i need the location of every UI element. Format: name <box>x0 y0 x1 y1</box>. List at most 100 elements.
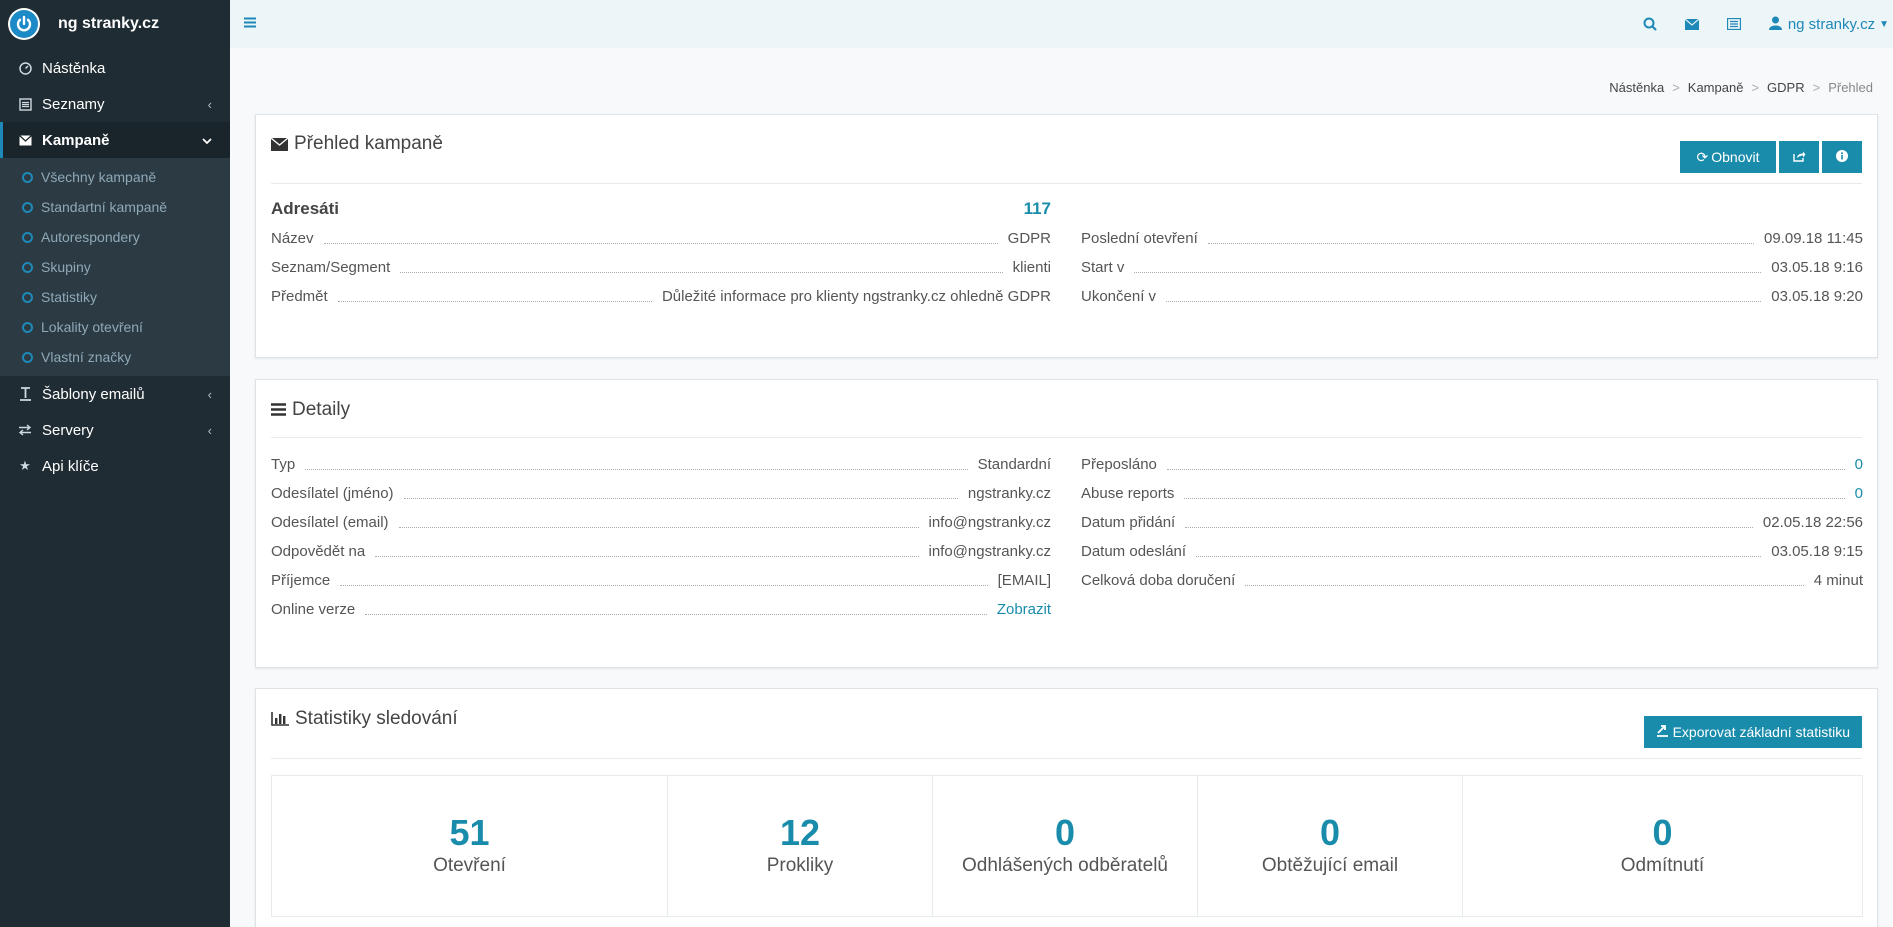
breadcrumb-gdpr[interactable]: GDPR <box>1767 80 1805 95</box>
overview-title: Přehled kampaně <box>271 133 443 155</box>
detail-key: Datum odeslání <box>1081 543 1187 560</box>
stats-title: Statistiky sledování <box>271 708 458 730</box>
detail-value: 4 minut <box>1813 572 1863 589</box>
recipients-row: Adresáti 117 <box>271 194 1051 224</box>
dashboard-icon <box>18 61 32 75</box>
share-button[interactable] <box>1779 141 1819 173</box>
show-online-link[interactable]: Zobrazit <box>997 601 1051 618</box>
sidebar-item-label: Šablony emailů <box>42 385 145 403</box>
user-icon <box>1768 16 1782 33</box>
sidebar-subitem-all-campaigns[interactable]: Všechny kampaně <box>0 162 230 192</box>
sidebar-item-label: Nástěnka <box>42 59 106 77</box>
detail-value: GDPR <box>1007 230 1051 247</box>
stats-title-text: Statistiky sledování <box>295 707 458 729</box>
detail-key: Celková doba doručení <box>1081 572 1236 589</box>
chevron-left-icon: ‹ <box>207 386 212 402</box>
dotted-leader <box>340 585 988 586</box>
sidebar-subitem-groups[interactable]: Skupiny <box>0 252 230 282</box>
detail-value: 02.05.18 22:56 <box>1762 514 1863 531</box>
sidebar-subitem-custom-tags[interactable]: Vlastní značky <box>0 342 230 372</box>
overview-right-column: Poslední otevření 09.09.18 11:45 Start v 0… <box>1081 224 1863 311</box>
sidebar-subitem-autoresponders[interactable]: Autorespondery <box>0 222 230 252</box>
info-icon <box>1836 149 1848 165</box>
info-button[interactable] <box>1822 141 1862 173</box>
detail-value: 03.05.18 9:15 <box>1771 543 1863 560</box>
forwarded-count-link[interactable]: 0 <box>1855 456 1863 473</box>
breadcrumb-separator: > <box>1672 80 1680 95</box>
overview-panel: Přehled kampaně ⟳ Obnovit Adresáti 117 Ná… <box>255 114 1878 358</box>
abuse-count-link[interactable]: 0 <box>1855 485 1863 502</box>
breadcrumb-dashboard[interactable]: Nástěnka <box>1609 80 1664 95</box>
export-stats-button[interactable]: Exporovat základní statistiku <box>1643 715 1862 748</box>
breadcrumb-separator: > <box>1812 80 1821 95</box>
search-icon[interactable] <box>1643 17 1657 31</box>
dotted-leader <box>398 527 919 528</box>
details-panel: Detaily Typ Standardní Odesílatel (jméno)… <box>255 379 1878 668</box>
sidebar-subitem-statistics[interactable]: Statistiky <box>0 282 230 312</box>
user-menu[interactable]: ng stranky.cz ▼ <box>1768 16 1889 33</box>
detail-value: info@ngstranky.cz <box>928 514 1052 531</box>
refresh-icon: ⟳ <box>1696 148 1709 165</box>
detail-row-subject: Předmět Důležité informace pro klienty ng… <box>271 282 1051 311</box>
brand[interactable]: ng stranky.cz <box>0 0 230 48</box>
subitem-label: Skupiny <box>41 259 91 275</box>
chevron-left-icon: ‹ <box>207 422 212 438</box>
detail-row-start: Start v 03.05.18 9:16 <box>1081 253 1863 282</box>
stat-number: 0 <box>1652 812 1673 853</box>
dotted-leader <box>403 498 958 499</box>
stat-label: Odhlášených odběratelů <box>962 855 1168 876</box>
circle-icon <box>22 231 33 243</box>
detail-value: info@ngstranky.cz <box>928 543 1052 560</box>
stat-number: 0 <box>1319 812 1341 853</box>
sidebar-item-api-keys[interactable]: ★ Api klíče <box>0 448 230 484</box>
sidebar-item-lists[interactable]: Seznamy ‹ <box>0 86 230 122</box>
sidebar-item-email-templates[interactable]: Šablony emailů ‹ <box>0 376 230 412</box>
stat-opens[interactable]: 51 Otevření <box>272 776 668 916</box>
sidebar-item-servers[interactable]: Servery ‹ <box>0 412 230 448</box>
envelope-icon[interactable] <box>1684 18 1699 30</box>
detail-value: klienti <box>1012 259 1051 276</box>
detail-key: Poslední otevření <box>1081 230 1198 247</box>
sidebar-subitem-open-locations[interactable]: Lokality otevření <box>0 312 230 342</box>
bars-icon <box>271 403 286 416</box>
dotted-leader <box>1245 585 1804 586</box>
detail-key: Seznam/Segment <box>271 259 391 276</box>
detail-key: Datum přidání <box>1081 514 1176 531</box>
overview-left-column: Adresáti 117 Název GDPR Seznam/Segment kli… <box>271 194 1051 311</box>
refresh-button[interactable]: ⟳ Obnovit <box>1680 141 1776 173</box>
sidebar-item-campaigns[interactable]: Kampaně <box>0 122 230 158</box>
stat-spam-complaints[interactable]: 0 Obtěžující email <box>1198 776 1463 916</box>
details-right-column: Přeposláno 0 Abuse reports 0 Datum přidání… <box>1081 450 1863 595</box>
campaigns-submenu: Všechny kampaně Standartní kampaně Autor… <box>0 158 230 376</box>
recipients-value: 117 <box>1023 199 1051 218</box>
list-icon <box>18 97 32 111</box>
dotted-leader <box>305 469 968 470</box>
stat-number: 0 <box>1054 812 1076 853</box>
dotted-leader <box>400 272 1003 273</box>
breadcrumb-campaigns[interactable]: Kampaně <box>1688 80 1744 95</box>
subitem-label: Autorespondery <box>41 229 140 245</box>
details-title-text: Detaily <box>292 398 351 420</box>
sidebar-item-dashboard[interactable]: Nástěnka <box>0 50 230 86</box>
stat-label: Odmítnutí <box>1620 855 1705 876</box>
sidebar-item-label: Api klíče <box>42 457 99 475</box>
detail-row-list-segment: Seznam/Segment klienti <box>271 253 1051 282</box>
exchange-icon <box>18 424 32 436</box>
power-logo-icon <box>8 8 40 40</box>
stat-number: 51 <box>449 812 490 853</box>
detail-key: Abuse reports <box>1081 485 1175 502</box>
chevron-down-icon <box>202 133 212 148</box>
stat-number: 12 <box>779 812 821 853</box>
tasks-icon[interactable] <box>1726 18 1741 30</box>
stat-clicks[interactable]: 12 Prokliky <box>668 776 933 916</box>
sidebar-subitem-standard-campaigns[interactable]: Standartní kampaně <box>0 192 230 222</box>
detail-key: Odesílatel (jméno) <box>271 485 394 502</box>
stat-unsubscribed[interactable]: 0 Odhlášených odběratelů <box>933 776 1198 916</box>
sidebar: ng stranky.cz Nástěnka Seznamy ‹ Kampaně… <box>0 0 230 927</box>
topbar: ng stranky.cz ▼ <box>230 0 1893 48</box>
stat-bounces[interactable]: 0 Odmítnutí <box>1463 776 1862 916</box>
export-label: Exporovat základní statistiku <box>1672 723 1850 740</box>
detail-row-sender-name: Odesílatel (jméno) ngstranky.cz <box>271 479 1051 508</box>
menu-toggle-icon[interactable] <box>244 15 256 33</box>
subitem-label: Standartní kampaně <box>41 199 168 215</box>
